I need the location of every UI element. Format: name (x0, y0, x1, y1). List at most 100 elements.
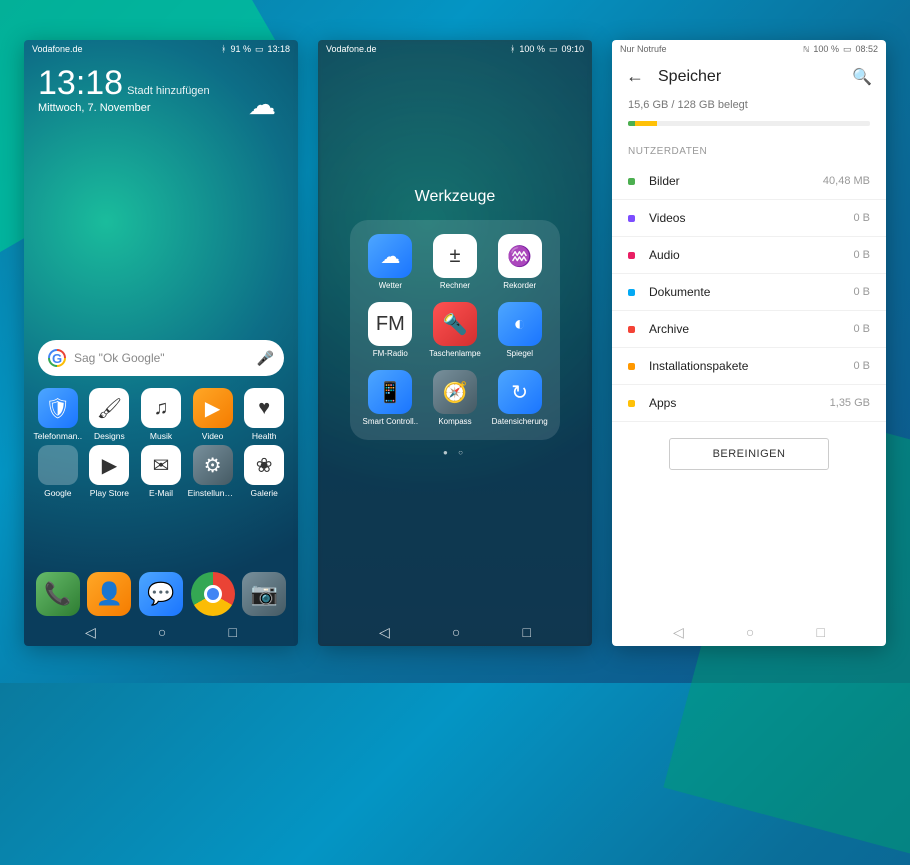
item-value: 0 B (853, 323, 870, 335)
app-icon: 📞 (36, 572, 80, 616)
app-label: Rechner (440, 281, 470, 290)
app-icon: 🧭 (433, 370, 477, 414)
app-icon: ♥ (244, 388, 284, 428)
app-label: Telefonman.. (33, 431, 82, 441)
color-dot-icon (628, 252, 635, 259)
app-label: Wetter (379, 281, 402, 290)
nav-recent-icon[interactable]: □ (522, 624, 530, 640)
google-search-bar[interactable]: G Sag "Ok Google" 🎤 (38, 340, 284, 376)
app-icon: ♒ (498, 234, 542, 278)
app-taschenlampe[interactable]: 🔦Taschenlampe (425, 302, 486, 358)
battery-label: 91 % (230, 44, 251, 54)
app-[interactable]: 📷 (242, 572, 286, 616)
app-kompass[interactable]: 🧭 Kompass (425, 370, 486, 426)
app-label: Video (202, 431, 224, 441)
app-grid-2: Google▶Play Store✉E-Mail⚙Einstellungen❀G… (24, 441, 298, 498)
back-arrow-icon[interactable]: ← (626, 66, 644, 87)
app-[interactable]: 👤 (87, 572, 131, 616)
app-icon: ♫ (141, 388, 181, 428)
app-galerie[interactable]: ❀Galerie (238, 445, 290, 498)
app-icon: ☁ (368, 234, 412, 278)
app-email[interactable]: ✉E-Mail (135, 445, 187, 498)
app-smartcontroll[interactable]: 📱Smart Controll.. (360, 370, 421, 426)
app-google[interactable]: Google (32, 445, 84, 498)
status-right: ᚼ 91 % ▭ 13:18 (221, 44, 290, 55)
app-label: Spiegel (506, 349, 533, 358)
app-label: Health (252, 431, 277, 441)
storage-row[interactable]: Audio0 B (612, 237, 886, 274)
folder-title[interactable]: Werkzeuge (318, 188, 592, 206)
dock: 📞👤💬 📷 (24, 572, 298, 616)
app-rechner[interactable]: ± Rechner (425, 234, 486, 290)
app-playstore[interactable]: ▶Play Store (84, 445, 136, 498)
app-label: E-Mail (149, 488, 173, 498)
color-dot-icon (628, 289, 635, 296)
item-name: Bilder (649, 174, 823, 188)
nav-back-icon[interactable]: ◁ (379, 624, 390, 641)
app-icon: ▶ (89, 445, 129, 485)
app-icon: ⚙ (193, 445, 233, 485)
google-logo-icon: G (48, 349, 66, 367)
carrier-label: Nur Notrufe (620, 44, 667, 54)
app-fmradio[interactable]: FMFM-Radio (360, 302, 421, 358)
add-city-label[interactable]: Stadt hinzufügen (127, 85, 210, 97)
app-icon: FM (368, 302, 412, 346)
nav-bar: ◁ ○ □ (24, 618, 298, 646)
app-icon: ◐ (498, 302, 542, 346)
app-musik[interactable]: ♫Musik (135, 388, 187, 441)
app-label: Designs (94, 431, 125, 441)
item-value: 1,35 GB (830, 397, 870, 409)
item-name: Apps (649, 396, 830, 410)
app-wetter[interactable]: ☁ Wetter (360, 234, 421, 290)
bluetooth-icon: ᚼ (221, 44, 226, 54)
app-datensicherung[interactable]: ↻Datensicherung (489, 370, 550, 426)
storage-row[interactable]: Bilder40,48 MB (612, 163, 886, 200)
app-label: Datensicherung (492, 417, 548, 426)
nav-back-icon[interactable]: ◁ (673, 624, 684, 641)
storage-row[interactable]: Apps1,35 GB (612, 385, 886, 422)
nav-recent-icon[interactable]: □ (228, 624, 236, 640)
app-icon: 🖌 (89, 388, 129, 428)
mic-icon[interactable]: 🎤 (257, 350, 274, 367)
app-[interactable]: 💬 (139, 572, 183, 616)
app-[interactable]: 📞 (36, 572, 80, 616)
storage-row[interactable]: Dokumente0 B (612, 274, 886, 311)
app-telefonman[interactable]: 🛡Telefonman.. (32, 388, 84, 441)
screenshots-row: Vodafone.de ᚼ 91 % ▭ 13:18 13:18 Stadt hi… (0, 0, 910, 683)
nav-home-icon[interactable]: ○ (158, 624, 166, 640)
item-value: 0 B (853, 286, 870, 298)
app-health[interactable]: ♥ Health (238, 388, 290, 441)
app-icon (38, 445, 78, 485)
status-bar: Vodafone.de ᚼ 100 % ▭ 09:10 (318, 40, 592, 58)
app-icon: 📱 (368, 370, 412, 414)
app-grid: 🛡Telefonman..🖌 Designs ♫Musik▶Video♥ Health (24, 376, 298, 441)
status-time: 13:18 (267, 44, 290, 54)
app-einstellungen[interactable]: ⚙Einstellungen (187, 445, 239, 498)
app-label: Kompass (438, 417, 471, 426)
app-icon: ± (433, 234, 477, 278)
usage-bar (628, 121, 870, 126)
storage-row[interactable]: Installationspakete0 B (612, 348, 886, 385)
app-icon: ❀ (244, 445, 284, 485)
search-icon[interactable]: 🔍 (852, 67, 872, 87)
app-spiegel[interactable]: ◐ Spiegel (489, 302, 550, 358)
nav-recent-icon[interactable]: □ (816, 624, 824, 640)
nav-back-icon[interactable]: ◁ (85, 624, 96, 641)
page-title: Speicher (658, 68, 838, 86)
battery-label: 100 % (813, 44, 839, 54)
app-designs[interactable]: 🖌 Designs (84, 388, 136, 441)
carrier-label: Vodafone.de (32, 44, 83, 54)
nav-home-icon[interactable]: ○ (746, 624, 754, 640)
nav-home-icon[interactable]: ○ (452, 624, 460, 640)
app-[interactable] (191, 572, 235, 616)
app-rekorder[interactable]: ♒Rekorder (489, 234, 550, 290)
app-video[interactable]: ▶Video (187, 388, 239, 441)
weather-icon[interactable]: ☁ (248, 88, 276, 121)
storage-row[interactable]: Videos0 B (612, 200, 886, 237)
app-icon: 📷 (242, 572, 286, 616)
screenshot-folder: Vodafone.de ᚼ 100 % ▭ 09:10 Werkzeuge ☁ W… (318, 40, 592, 646)
storage-row[interactable]: Archive0 B (612, 311, 886, 348)
status-time: 09:10 (561, 44, 584, 54)
cleanup-button[interactable]: BEREINIGEN (669, 438, 829, 470)
color-dot-icon (628, 326, 635, 333)
